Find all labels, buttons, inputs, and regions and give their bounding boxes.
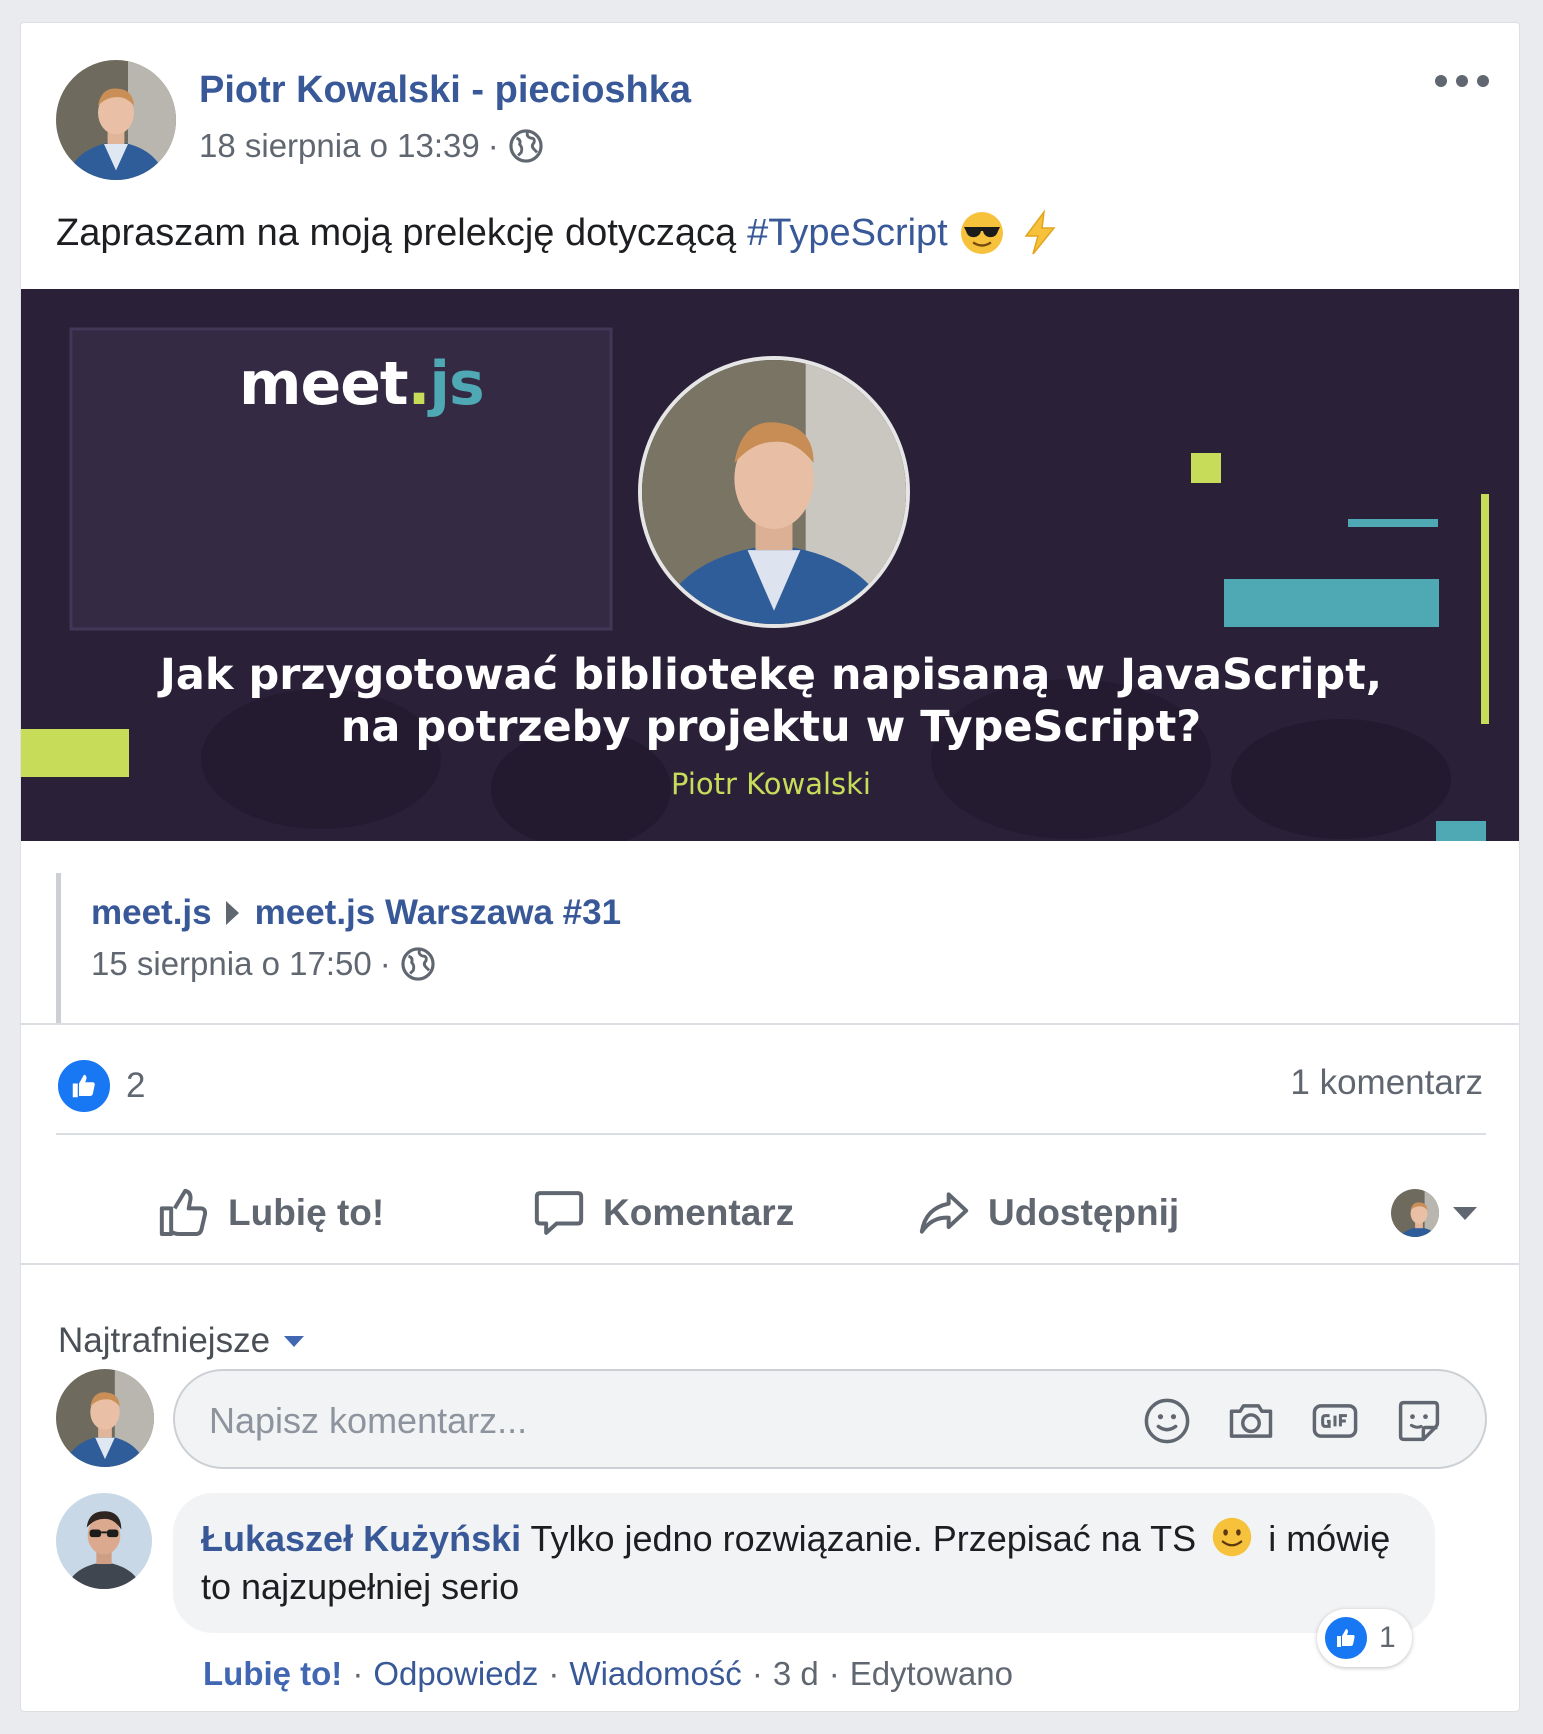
- comment-count-link[interactable]: 1 komentarz: [1290, 1063, 1483, 1103]
- comment-bubble-icon: [534, 1191, 584, 1235]
- sort-label: Najtrafniejsze: [58, 1321, 271, 1360]
- comment-like-count: 1: [1379, 1621, 1396, 1654]
- comment-reaction-count[interactable]: 1: [1317, 1609, 1412, 1667]
- sticker-icon[interactable]: [1393, 1395, 1445, 1447]
- comment-message-link[interactable]: Wiadomość: [569, 1655, 741, 1693]
- meta-separator: ·: [379, 945, 391, 982]
- user-avatar: [1391, 1189, 1439, 1237]
- triangle-right-icon: [225, 901, 239, 925]
- globe-icon[interactable]: [399, 945, 437, 983]
- reaction-summary[interactable]: 2: [56, 1058, 145, 1114]
- post-card: Piotr Kowalski - piecioshka 18 sierpnia …: [20, 22, 1520, 1712]
- event-banner-image[interactable]: meet.js Jak przygotować bibliotekę napis…: [21, 289, 1519, 841]
- comment-like-link[interactable]: Lubię to!: [203, 1655, 342, 1693]
- commenter-avatar[interactable]: [56, 1493, 152, 1589]
- comment-actions: Lubię to! · Odpowiedz · Wiadomość · 3 d …: [203, 1655, 1013, 1693]
- smiley-icon[interactable]: [1141, 1395, 1193, 1447]
- like-label: Lubię to!: [228, 1192, 385, 1233]
- dot-icon: [1456, 75, 1468, 87]
- event-timestamp[interactable]: 15 sierpnia o 17:50: [91, 945, 372, 983]
- share-label: Udostępnij: [988, 1192, 1180, 1233]
- post-timestamp[interactable]: 18 sierpnia o 13:39: [199, 127, 480, 165]
- comment-label: Komentarz: [603, 1192, 795, 1233]
- event-link[interactable]: meet.js Warszawa #31: [255, 893, 621, 933]
- separator: ·: [548, 1655, 560, 1692]
- like-count: 2: [126, 1066, 146, 1105]
- source-page-link[interactable]: meet.js: [91, 893, 212, 933]
- share-arrow-icon: [919, 1192, 969, 1234]
- like-reaction-icon: [56, 1058, 112, 1114]
- shared-event-attribution: meet.js meet.js Warszawa #31 15 sierpnia…: [56, 873, 621, 1023]
- divider: [56, 1133, 1486, 1135]
- separator: ·: [828, 1655, 840, 1692]
- like-reaction-icon: [1323, 1615, 1369, 1661]
- meetjs-logo: meet.js: [239, 349, 485, 419]
- dot-icon: [1477, 75, 1489, 87]
- meta-separator: ·: [487, 127, 499, 164]
- post-meta: 18 sierpnia o 13:39 ·: [199, 127, 545, 165]
- post-text: Zapraszam na moją prelekcję dotyczącą #T…: [56, 209, 1064, 257]
- talk-speaker: Piotr Kowalski: [671, 767, 871, 801]
- current-user-avatar[interactable]: [56, 1369, 154, 1467]
- comment-edited-label[interactable]: Edytowano: [850, 1655, 1013, 1693]
- post-as-selector[interactable]: [1391, 1189, 1477, 1237]
- thumbs-up-icon: [159, 1188, 208, 1236]
- author-name[interactable]: Piotr Kowalski - piecioshka: [199, 69, 691, 112]
- speaker-portrait: [638, 356, 910, 628]
- hashtag-link[interactable]: #TypeScript: [747, 212, 948, 255]
- author-avatar[interactable]: [56, 60, 176, 180]
- comment-bubble: Łukaszeł Kużyński Tylko jedno rozwiązani…: [173, 1493, 1435, 1633]
- caret-down-icon: [284, 1335, 305, 1347]
- separator: ·: [751, 1655, 763, 1692]
- dot-icon: [1435, 75, 1447, 87]
- comment-button[interactable]: Komentarz: [531, 1185, 794, 1241]
- logo-word: meet: [239, 349, 409, 419]
- post-body: Zapraszam na moją prelekcję dotyczącą: [56, 211, 737, 254]
- commenter-name[interactable]: Łukaszeł Kużyński: [201, 1518, 521, 1559]
- smile-emoji-icon: [1212, 1517, 1252, 1557]
- comment-composer: [173, 1369, 1487, 1469]
- talk-title: Jak przygotować bibliotekę napisaną w Ja…: [21, 649, 1519, 753]
- logo-js: js: [429, 349, 484, 419]
- talk-title-line2: na potrzeby projektu w TypeScript?: [340, 702, 1202, 752]
- share-button[interactable]: Udostępnij: [916, 1185, 1179, 1241]
- comment-age[interactable]: 3 d: [773, 1655, 819, 1693]
- comment-text-part1: Tylko jedno rozwiązanie. Przepisać na TS: [530, 1518, 1197, 1559]
- logo-dot: .: [407, 349, 431, 419]
- comment-sort-dropdown[interactable]: Najtrafniejsze: [58, 1321, 305, 1361]
- divider: [21, 1023, 1519, 1025]
- lightning-emoji-icon: [1024, 209, 1056, 255]
- gif-icon[interactable]: [1309, 1395, 1361, 1447]
- comment-input[interactable]: [209, 1397, 1009, 1445]
- more-options-button[interactable]: [1435, 61, 1489, 101]
- post-actions-bar: Lubię to! Komentarz Udostępnij: [56, 1163, 1486, 1263]
- camera-icon[interactable]: [1225, 1395, 1277, 1447]
- divider: [21, 1263, 1519, 1265]
- sunglasses-emoji-icon: [960, 212, 1003, 254]
- comment-reply-link[interactable]: Odpowiedz: [373, 1655, 538, 1693]
- like-button[interactable]: Lubię to!: [156, 1185, 384, 1241]
- globe-icon[interactable]: [507, 127, 545, 165]
- separator: ·: [352, 1655, 364, 1692]
- talk-title-line1: Jak przygotować bibliotekę napisaną w Ja…: [159, 650, 1383, 700]
- chevron-down-icon: [1453, 1206, 1477, 1220]
